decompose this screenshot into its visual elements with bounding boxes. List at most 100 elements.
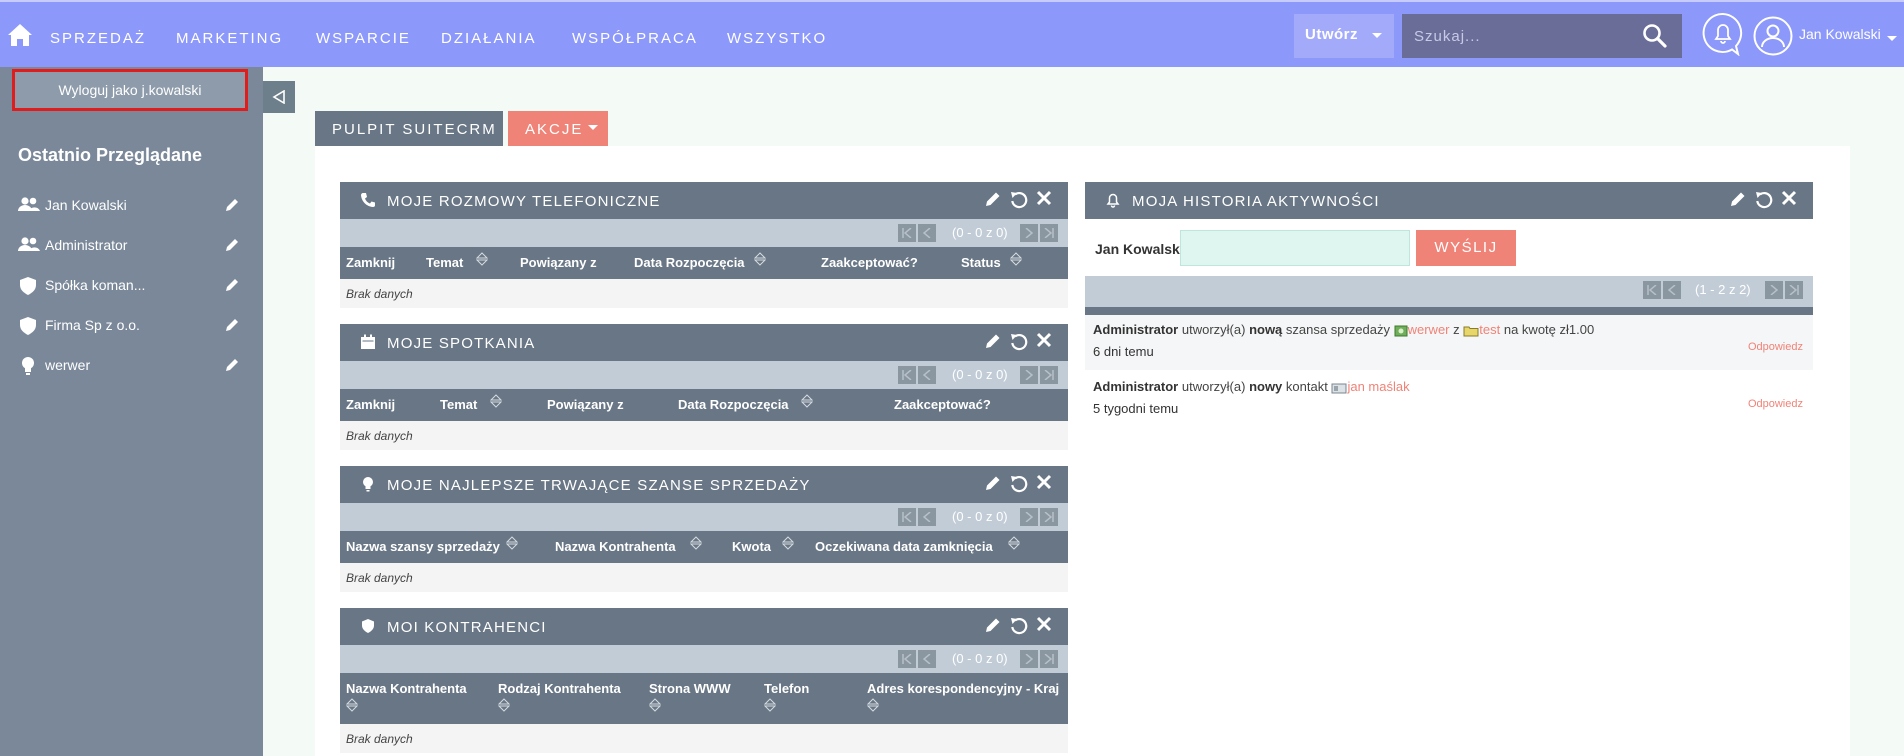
sort-icon[interactable]: [476, 252, 488, 266]
previous-page-button[interactable]: [1663, 281, 1681, 299]
column-header[interactable]: Strona WWW: [649, 681, 731, 696]
column-header[interactable]: Rodzaj Kontrahenta: [498, 681, 621, 696]
sort-icon[interactable]: [490, 394, 502, 408]
pencil-icon[interactable]: [224, 277, 240, 293]
sort-icon[interactable]: [690, 536, 702, 550]
user-avatar-icon[interactable]: [1753, 16, 1793, 56]
refresh-icon[interactable]: [1754, 190, 1774, 210]
actions-dropdown-button[interactable]: AKCJE: [508, 111, 608, 146]
column-header[interactable]: Adres korespondencyjny - Kraj: [867, 681, 1059, 696]
first-page-button[interactable]: [898, 508, 916, 526]
refresh-icon[interactable]: [1009, 332, 1029, 352]
column-header[interactable]: Oczekiwana data zamknięcia: [815, 539, 993, 554]
column-header[interactable]: Data Rozpoczęcia: [678, 397, 789, 412]
opportunity-link[interactable]: werwer: [1408, 322, 1450, 337]
sort-icon[interactable]: [782, 536, 794, 550]
logout-as-button[interactable]: Wyloguj jako j.kowalski: [12, 69, 248, 111]
create-button[interactable]: Utwórz: [1294, 14, 1394, 58]
column-header[interactable]: Status: [961, 255, 1001, 270]
last-page-button[interactable]: [1040, 508, 1058, 526]
last-page-button[interactable]: [1785, 281, 1803, 299]
close-icon[interactable]: [1036, 190, 1052, 206]
nav-activities[interactable]: DZIAŁANIA: [441, 30, 537, 47]
column-header[interactable]: Powiązany z: [520, 255, 597, 270]
edit-pencil-icon[interactable]: [984, 190, 1002, 208]
contact-link[interactable]: jan maślak: [1347, 379, 1409, 394]
user-menu-name[interactable]: Jan Kowalski: [1799, 26, 1881, 42]
edit-pencil-icon[interactable]: [984, 474, 1002, 492]
search-input[interactable]: [1414, 24, 1634, 48]
pencil-icon[interactable]: [224, 237, 240, 253]
sort-icon[interactable]: [867, 698, 879, 712]
next-page-button[interactable]: [1020, 224, 1038, 242]
recent-item[interactable]: Jan Kowalski: [0, 188, 263, 224]
sort-icon[interactable]: [506, 536, 518, 550]
next-page-button[interactable]: [1020, 508, 1038, 526]
sort-icon[interactable]: [498, 698, 510, 712]
previous-page-button[interactable]: [918, 508, 936, 526]
refresh-icon[interactable]: [1009, 616, 1029, 636]
column-header[interactable]: Zaakceptować?: [894, 397, 991, 412]
nav-collaboration[interactable]: WSPÓŁPRACA: [572, 30, 698, 47]
refresh-icon[interactable]: [1009, 474, 1029, 494]
sort-icon[interactable]: [801, 394, 813, 408]
last-page-button[interactable]: [1040, 650, 1058, 668]
next-page-button[interactable]: [1020, 650, 1038, 668]
column-header[interactable]: Zamknij: [346, 255, 395, 270]
edit-pencil-icon[interactable]: [1729, 190, 1747, 208]
recent-item[interactable]: werwer: [0, 348, 263, 384]
reply-link[interactable]: Odpowiedz: [1748, 398, 1803, 410]
edit-pencil-icon[interactable]: [984, 332, 1002, 350]
close-icon[interactable]: [1781, 190, 1797, 206]
pencil-icon[interactable]: [224, 317, 240, 333]
first-page-button[interactable]: [1643, 281, 1661, 299]
notifications-bell-icon[interactable]: [1702, 12, 1744, 56]
nav-support[interactable]: WSPARCIE: [316, 30, 411, 47]
close-icon[interactable]: [1036, 474, 1052, 490]
recent-item[interactable]: Administrator: [0, 228, 263, 264]
tab-dashboard[interactable]: PULPIT SUITECRM: [315, 111, 503, 146]
first-page-button[interactable]: [898, 650, 916, 668]
home-icon[interactable]: [7, 23, 33, 47]
sidebar-collapse-button[interactable]: [263, 81, 295, 113]
column-header[interactable]: Nazwa Kontrahenta: [346, 681, 467, 696]
recent-item[interactable]: Firma Sp z o.o.: [0, 308, 263, 344]
sort-icon[interactable]: [346, 698, 358, 712]
search-icon[interactable]: [1642, 23, 1668, 49]
column-header[interactable]: Temat: [426, 255, 463, 270]
pencil-icon[interactable]: [224, 197, 240, 213]
sort-icon[interactable]: [649, 698, 661, 712]
column-header[interactable]: Nazwa Kontrahenta: [555, 539, 676, 554]
edit-pencil-icon[interactable]: [984, 616, 1002, 634]
last-page-button[interactable]: [1040, 224, 1058, 242]
nav-marketing[interactable]: MARKETING: [176, 30, 283, 47]
sort-icon[interactable]: [1010, 252, 1022, 266]
pencil-icon[interactable]: [224, 357, 240, 373]
activity-post-input[interactable]: [1180, 230, 1410, 266]
previous-page-button[interactable]: [918, 366, 936, 384]
last-page-button[interactable]: [1040, 366, 1058, 384]
sort-icon[interactable]: [754, 252, 766, 266]
previous-page-button[interactable]: [918, 650, 936, 668]
column-header[interactable]: Zamknij: [346, 397, 395, 412]
column-header[interactable]: Kwota: [732, 539, 771, 554]
previous-page-button[interactable]: [918, 224, 936, 242]
column-header[interactable]: Telefon: [764, 681, 809, 696]
close-icon[interactable]: [1036, 616, 1052, 632]
account-link[interactable]: test: [1479, 322, 1500, 337]
column-header[interactable]: Data Rozpoczęcia: [634, 255, 745, 270]
first-page-button[interactable]: [898, 224, 916, 242]
next-page-button[interactable]: [1765, 281, 1783, 299]
first-page-button[interactable]: [898, 366, 916, 384]
nav-all[interactable]: WSZYSTKO: [727, 30, 827, 47]
recent-item[interactable]: Spółka koman...: [0, 268, 263, 304]
nav-sales[interactable]: SPRZEDAŻ: [50, 30, 146, 47]
column-header[interactable]: Temat: [440, 397, 477, 412]
next-page-button[interactable]: [1020, 366, 1038, 384]
sort-icon[interactable]: [1008, 536, 1020, 550]
chevron-down-icon[interactable]: [1887, 36, 1897, 41]
column-header[interactable]: Powiązany z: [547, 397, 624, 412]
refresh-icon[interactable]: [1009, 190, 1029, 210]
column-header[interactable]: Nazwa szansy sprzedaży: [346, 539, 500, 554]
close-icon[interactable]: [1036, 332, 1052, 348]
